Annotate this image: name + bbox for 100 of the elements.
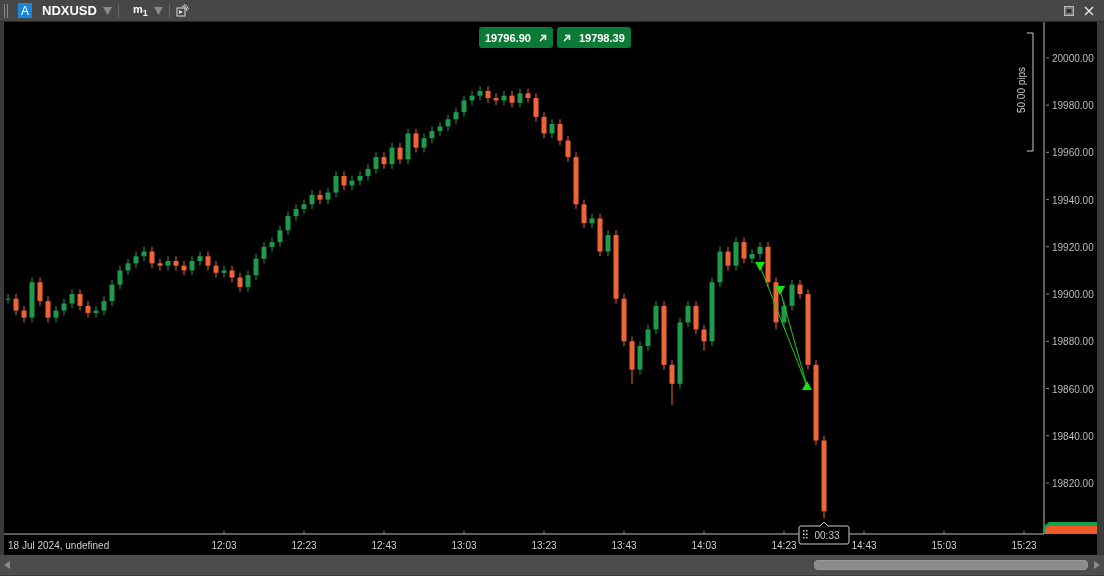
candle [637,340,643,375]
candle [605,229,611,257]
candle [229,265,235,283]
candle [789,279,795,312]
candle [133,251,139,269]
price-axis-label: 19900.00 [1052,289,1094,301]
candle [221,265,227,279]
candle [493,92,499,106]
candle [549,118,555,139]
candle [741,236,747,264]
candle [189,255,195,276]
scroll-right-icon[interactable] [1094,561,1100,569]
candle [573,151,579,210]
price-axis-label: 19960.00 [1052,147,1094,159]
candle [365,163,371,182]
candle [373,151,379,175]
candle [389,142,395,170]
candle [197,251,203,267]
symbol-name[interactable]: NDXUSD [42,3,97,18]
candle [165,255,171,271]
candle [53,305,59,323]
price-axis-label: 20000.00 [1052,52,1094,64]
candle [525,88,531,104]
candle [429,125,435,144]
candle [757,241,763,260]
price-axis-label: 19880.00 [1052,336,1094,348]
time-axis-label: 12:23 [291,540,317,551]
date-label: 18 Jul 2024, undefined [8,540,110,551]
price-axis-label: 19920.00 [1052,241,1094,253]
candle [421,132,427,153]
candle [277,225,283,248]
candle [213,260,219,279]
scroll-left-icon[interactable] [4,561,10,569]
close-icon[interactable] [1084,5,1094,16]
candle [173,255,179,271]
candle [397,142,403,165]
candle [237,272,243,293]
candle [541,111,547,139]
candle [77,288,83,312]
candle [325,187,331,205]
candle [557,118,563,146]
candle [357,170,363,186]
candle [597,213,603,257]
candle [381,151,387,170]
time-axis-label: 13:03 [451,540,477,551]
candle [181,260,187,276]
time-axis-label: 15:03 [931,540,957,551]
time-axis-label: 14:43 [851,540,877,551]
candle [245,269,251,293]
candle [13,293,19,316]
time-axis-label: 13:23 [531,540,557,551]
candle [157,258,163,271]
candle [621,293,627,347]
candle [797,279,803,300]
time-axis-label: 15:23 [1011,540,1037,551]
maximize-icon[interactable] [1064,5,1074,16]
candle [485,85,491,104]
candle [461,95,467,118]
candle [253,253,259,281]
candle [269,236,275,253]
caret-icon[interactable] [102,6,112,15]
candle [725,246,731,271]
candle [117,265,123,290]
candle [341,170,347,191]
sell-button[interactable]: 19796.90 [479,27,553,48]
candle [733,236,739,271]
candle [45,295,51,323]
buy-button[interactable]: 19798.39 [556,27,631,48]
candle [61,298,67,316]
price-axis-label: 19840.00 [1052,430,1094,442]
candle [669,359,675,406]
candle [749,248,755,264]
candle [781,300,787,328]
candle [501,90,507,106]
price-axis-label: 19980.00 [1052,100,1094,112]
candle [581,199,587,229]
time-axis-label: 14:03 [691,540,717,551]
scrollbar-thumb[interactable] [814,560,1088,570]
arrow-up-right-icon [538,33,547,42]
candle [317,189,323,205]
candle [205,251,211,271]
broadcast-icon[interactable] [175,4,189,17]
candle [701,324,707,352]
candle [469,90,475,106]
candle [69,288,75,309]
timeframe-label[interactable]: m$_{1}$ [132,2,148,19]
price-axis-label: 19860.00 [1052,383,1094,395]
candle [477,85,483,101]
caret-icon[interactable] [153,6,163,15]
candle [517,88,523,108]
price-axis-label: 19820.00 [1052,478,1094,489]
candle [677,317,683,389]
arrow-up-right-icon [562,33,571,42]
candle [709,277,715,347]
candle [21,305,27,323]
candle [109,279,115,307]
drag-handle-icon[interactable] [4,3,8,18]
candle [349,175,355,191]
account-badge[interactable]: A [18,3,32,18]
candle [693,300,699,335]
